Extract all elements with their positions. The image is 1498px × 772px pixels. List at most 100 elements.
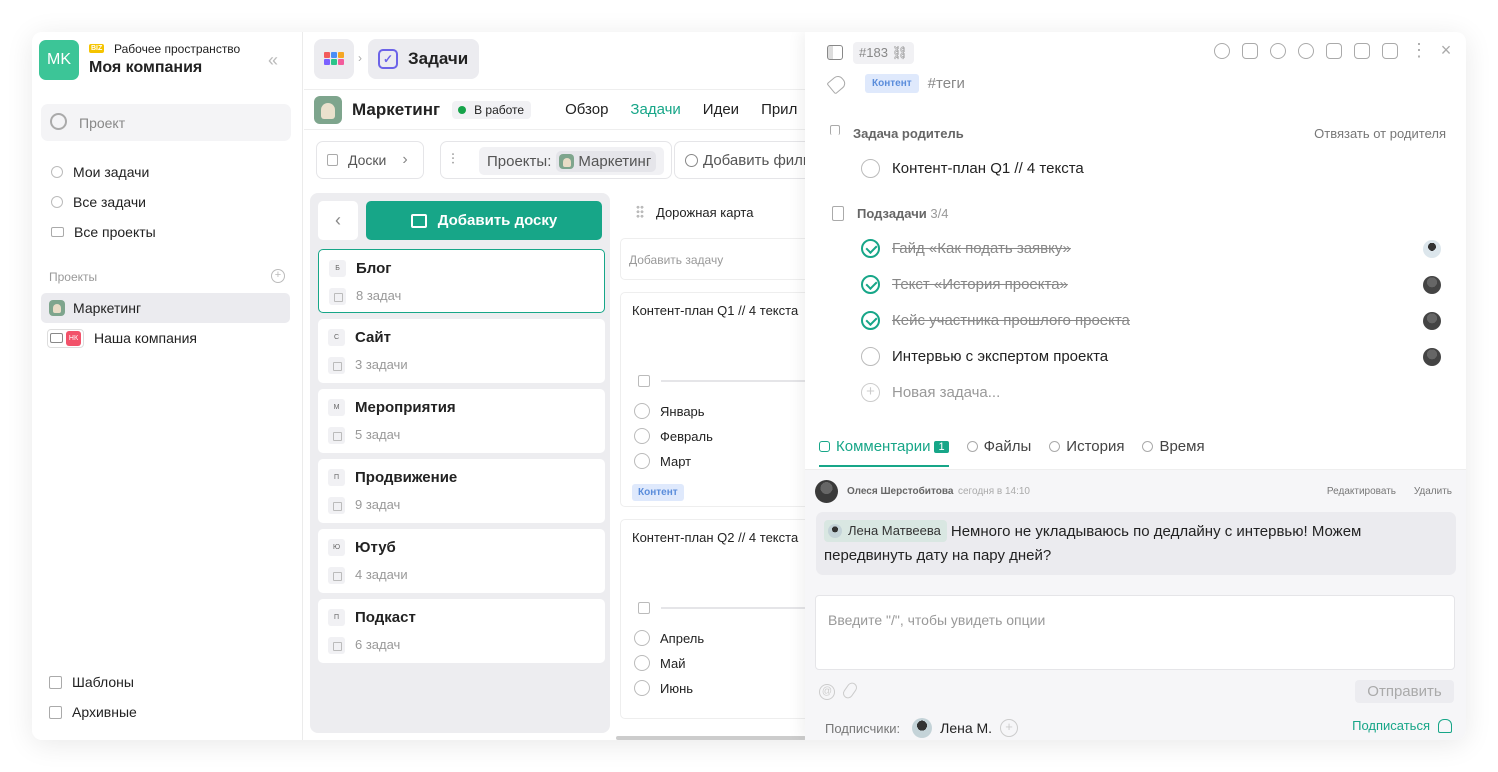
- nav-archive[interactable]: Архивные: [49, 704, 137, 720]
- parent-task[interactable]: Контент-план Q1 // 4 текста: [861, 159, 1084, 178]
- task-card[interactable]: Контент-план Q1 // 4 текста Январь Февра…: [620, 292, 821, 507]
- avatar[interactable]: [1423, 311, 1441, 330]
- task-id[interactable]: #183 ⛓: [853, 42, 915, 64]
- checkbox-circle-icon[interactable]: [861, 159, 880, 178]
- more-vertical-icon[interactable]: ⋮: [1410, 41, 1428, 59]
- check-done-icon[interactable]: [861, 239, 880, 258]
- board-item[interactable]: М Мероприятия 5 задач: [318, 389, 605, 453]
- add-task-input[interactable]: Добавить задачу: [620, 238, 820, 280]
- column-header[interactable]: Дорожная карта: [620, 193, 820, 231]
- boards-toggle-button[interactable]: Доски ›: [316, 141, 424, 179]
- edit-comment-link[interactable]: Редактировать: [1327, 486, 1396, 497]
- search-placeholder: Проект: [79, 115, 126, 131]
- apps-grid-button[interactable]: [314, 39, 354, 79]
- projects-filter-chip[interactable]: Проекты: Маркетинг: [479, 147, 665, 175]
- tab-ideas[interactable]: Идеи: [703, 101, 739, 118]
- delete-comment-link[interactable]: Удалить: [1414, 486, 1452, 497]
- mention-at-icon[interactable]: @: [819, 684, 835, 700]
- unlink-parent-link[interactable]: Отвязать от родителя: [1314, 126, 1446, 141]
- checkbox-circle-icon[interactable]: [634, 453, 650, 469]
- trash-icon[interactable]: [1382, 43, 1398, 59]
- task-card[interactable]: Контент-план Q2 // 4 текста Апрель Май И…: [620, 519, 821, 719]
- board-item[interactable]: Б Блог 8 задач: [318, 249, 605, 313]
- drag-handle-icon[interactable]: [636, 205, 644, 219]
- copy-icon[interactable]: [1354, 43, 1370, 59]
- attach-paperclip-icon[interactable]: [841, 680, 859, 701]
- bell-icon[interactable]: [1298, 43, 1314, 59]
- avatar[interactable]: [1423, 239, 1441, 258]
- avatar[interactable]: [1423, 275, 1441, 294]
- new-subtask-input[interactable]: + Новая задача...: [861, 383, 1000, 402]
- project-item-marketing[interactable]: Маркетинг: [41, 293, 290, 323]
- content-tag[interactable]: Контент: [865, 74, 919, 93]
- user-mention[interactable]: Лена Матвеева: [824, 520, 947, 542]
- card-subtask[interactable]: Апрель: [634, 630, 704, 646]
- project-item-our-company[interactable]: НК Наша компания: [41, 323, 290, 353]
- tab-time[interactable]: Время: [1142, 432, 1205, 465]
- avatar[interactable]: [815, 480, 838, 503]
- add-circle-icon: +: [861, 383, 880, 402]
- board-item[interactable]: П Продвижение 9 задач: [318, 459, 605, 523]
- checkbox-circle-icon[interactable]: [634, 655, 650, 671]
- checkbox-circle-icon[interactable]: [861, 347, 880, 366]
- board-item[interactable]: Ю Ютуб 4 задачи: [318, 529, 605, 593]
- tasks-section-tab[interactable]: ✓ Задачи: [368, 39, 479, 79]
- add-subscriber-icon[interactable]: +: [1000, 719, 1019, 737]
- check-done-icon[interactable]: [861, 311, 880, 330]
- tab-tasks[interactable]: Задачи: [630, 101, 680, 118]
- tab-files[interactable]: Файлы: [966, 432, 1031, 465]
- subtask-row[interactable]: Кейс участника прошлого проекта: [861, 311, 1441, 330]
- tree-icon[interactable]: [1326, 43, 1342, 59]
- project-search[interactable]: Проект: [41, 104, 291, 141]
- subtask-row[interactable]: Интервью с экспертом проекта: [861, 347, 1441, 366]
- sidebar-toggle-icon[interactable]: [827, 45, 843, 60]
- kanban-column: Дорожная карта Добавить задачу Контент-п…: [620, 193, 821, 740]
- card-subtask[interactable]: Март: [634, 453, 691, 469]
- tags-input[interactable]: #теги: [928, 75, 965, 92]
- checkbox-circle-icon[interactable]: [634, 680, 650, 696]
- project-filter[interactable]: ⫶ Проекты: Маркетинг: [440, 141, 672, 179]
- workspace-name[interactable]: Моя компания: [89, 59, 202, 77]
- templates-icon: [49, 675, 62, 689]
- card-subtask[interactable]: Январь: [634, 403, 705, 419]
- comment-input[interactable]: Введите "/", чтобы увидеть опции: [815, 595, 1455, 670]
- board-item[interactable]: П Подкаст 6 задач: [318, 599, 605, 663]
- horizontal-scrollbar[interactable]: [616, 736, 806, 740]
- nav-templates[interactable]: Шаблоны: [49, 674, 134, 690]
- nav-all-tasks[interactable]: Все задачи: [41, 188, 291, 216]
- send-button[interactable]: Отправить: [1355, 680, 1454, 703]
- card-subtask[interactable]: Июнь: [634, 680, 693, 696]
- tab-overview[interactable]: Обзор: [565, 101, 608, 118]
- add-board-button[interactable]: Добавить доску: [366, 201, 602, 240]
- board-item[interactable]: С Сайт 3 задачи: [318, 319, 605, 383]
- add-project-icon[interactable]: +: [271, 269, 285, 283]
- checkbox-circle-icon[interactable]: [634, 403, 650, 419]
- collapse-sidebar-icon[interactable]: «: [268, 50, 278, 71]
- check-done-icon[interactable]: [861, 275, 880, 294]
- tab-history[interactable]: История: [1049, 432, 1124, 465]
- avatar[interactable]: [912, 718, 933, 738]
- lock-icon[interactable]: [1242, 43, 1258, 59]
- subtask-row[interactable]: Гайд «Как подать заявку»: [861, 239, 1441, 258]
- add-filter-button[interactable]: Добавить филь: [674, 141, 814, 179]
- close-icon[interactable]: ×: [1438, 41, 1454, 59]
- subtask-row[interactable]: Текст «История проекта»: [861, 275, 1441, 294]
- avatar[interactable]: [1423, 347, 1441, 366]
- subscribe-button[interactable]: Подписаться: [1352, 718, 1452, 733]
- comment-author[interactable]: Олеся Шерстобитова: [847, 486, 953, 497]
- back-button[interactable]: ‹: [318, 201, 358, 240]
- tab-apps[interactable]: Прил: [761, 101, 797, 118]
- card-tag[interactable]: Контент: [632, 484, 684, 501]
- nav-my-tasks[interactable]: Мои задачи: [41, 158, 291, 186]
- card-subtask[interactable]: Февраль: [634, 428, 713, 444]
- attach-icon[interactable]: [1270, 43, 1286, 59]
- checkbox-circle-icon[interactable]: [634, 428, 650, 444]
- tab-comments[interactable]: Комментарии 1: [819, 432, 949, 467]
- workspace-avatar[interactable]: MK: [39, 40, 79, 80]
- watch-eye-icon[interactable]: [1214, 43, 1230, 59]
- task-detail-panel: #183 ⛓ ⋮ × Контент #теги Задача родитель…: [805, 32, 1466, 740]
- card-subtask[interactable]: Май: [634, 655, 685, 671]
- nav-all-projects[interactable]: Все проекты: [41, 218, 291, 246]
- status-badge[interactable]: В работе: [452, 100, 532, 119]
- checkbox-circle-icon[interactable]: [634, 630, 650, 646]
